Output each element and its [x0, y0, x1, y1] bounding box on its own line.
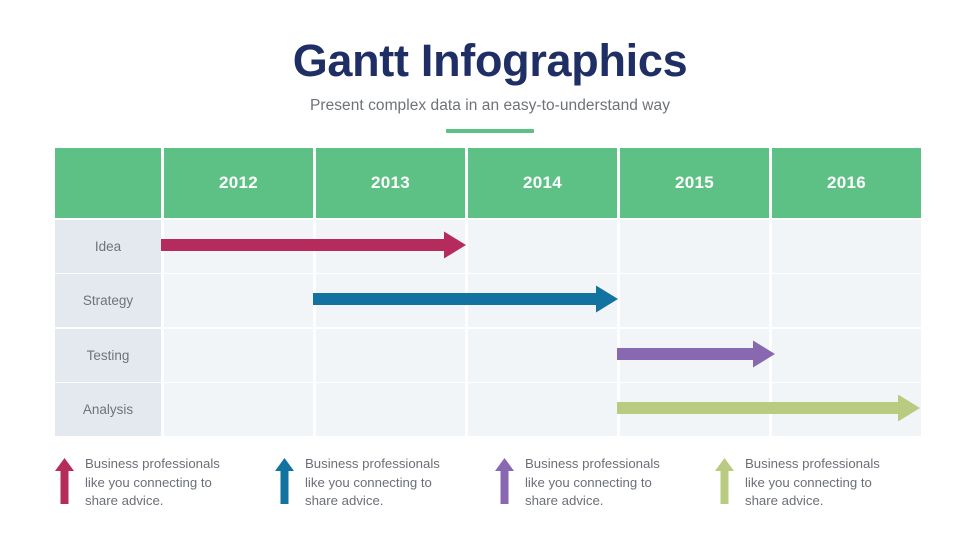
up-arrow-icon — [715, 458, 734, 504]
gantt-cell-analysis-2013 — [316, 383, 465, 436]
gantt-cell-strategy-2015 — [620, 274, 769, 327]
table-row: Idea — [55, 219, 921, 273]
legend-item-3[interactable]: Business professionals like you connecti… — [495, 455, 715, 511]
gantt-cell-idea-2012 — [164, 219, 313, 273]
gantt-cell-idea-2016 — [772, 219, 921, 273]
gantt-cell-testing-2015 — [620, 328, 769, 382]
gantt-cell-idea-2013 — [316, 219, 465, 273]
gantt-header-corner — [55, 148, 161, 218]
page-title: Gantt Infographics — [292, 35, 688, 86]
up-arrow-icon — [495, 458, 514, 504]
gantt-cell-strategy-2013 — [316, 274, 465, 327]
legend: Business professionals like you connecti… — [55, 455, 935, 511]
legend-item-label: Business professionals like you connecti… — [305, 456, 440, 509]
gantt-cell-strategy-2016 — [772, 274, 921, 327]
gantt-cell-analysis-2014 — [468, 383, 617, 436]
gantt-cell-testing-2013 — [316, 328, 465, 382]
gantt-row-label-strategy: Strategy — [55, 274, 161, 327]
gantt-cell-testing-2016 — [772, 328, 921, 382]
gantt-header-year-2015: 2015 — [620, 148, 769, 218]
gantt-header-year-2013: 2013 — [316, 148, 465, 218]
table-row: Strategy — [55, 274, 921, 327]
gantt-cell-idea-2014 — [468, 219, 617, 273]
gantt-cell-analysis-2012 — [164, 383, 313, 436]
title-divider — [446, 129, 534, 133]
up-arrow-glyph — [55, 458, 74, 504]
gantt-cell-analysis-2015 — [620, 383, 769, 436]
up-arrow-glyph — [275, 458, 294, 504]
gantt-cell-idea-2015 — [620, 219, 769, 273]
up-arrow-icon — [275, 458, 294, 504]
slide-root: Gantt Infographics Present complex data … — [0, 0, 980, 551]
legend-item-label: Business professionals like you connecti… — [525, 456, 660, 509]
gantt-cell-strategy-2012 — [164, 274, 313, 327]
gantt-cell-testing-2014 — [468, 328, 617, 382]
table-row: Analysis — [55, 383, 921, 436]
gantt-row-label-idea: Idea — [55, 219, 161, 273]
gantt-row-label-testing: Testing — [55, 328, 161, 382]
legend-item-1[interactable]: Business professionals like you connecti… — [55, 455, 275, 511]
gantt-row-label-analysis: Analysis — [55, 383, 161, 436]
legend-item-2[interactable]: Business professionals like you connecti… — [275, 455, 495, 511]
gantt-header-row: 2012 2013 2014 2015 2016 — [55, 148, 921, 218]
gantt-header-year-2012: 2012 — [164, 148, 313, 218]
legend-item-label: Business professionals like you connecti… — [745, 456, 880, 509]
up-arrow-glyph — [715, 458, 734, 504]
gantt-header-year-2014: 2014 — [468, 148, 617, 218]
gantt-cell-testing-2012 — [164, 328, 313, 382]
table-row: Testing — [55, 328, 921, 382]
gantt-header-year-2016: 2016 — [772, 148, 921, 218]
up-arrow-icon — [55, 458, 74, 504]
page-subtitle: Present complex data in an easy-to-under… — [309, 97, 670, 114]
gantt-table: 2012 2013 2014 2015 2016 Idea Strategy T — [55, 148, 921, 436]
legend-item-label: Business professionals like you connecti… — [85, 456, 220, 509]
up-arrow-glyph — [495, 458, 514, 504]
legend-item-4[interactable]: Business professionals like you connecti… — [715, 455, 935, 511]
gantt-cell-strategy-2014 — [468, 274, 617, 327]
gantt-cell-analysis-2016 — [772, 383, 921, 436]
